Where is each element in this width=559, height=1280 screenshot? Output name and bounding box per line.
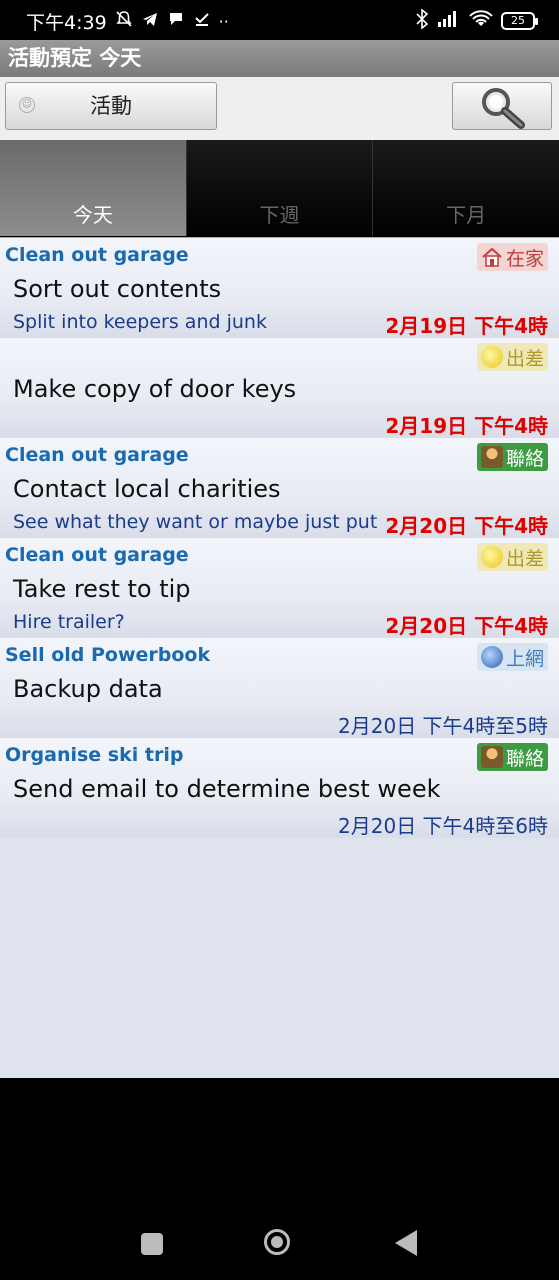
toolbar: ☺ 活動 (0, 77, 559, 140)
due-date: 2月20日 下午4時 (385, 514, 548, 538)
due-date: 2月20日 下午4時 (385, 614, 548, 638)
home-button[interactable] (264, 1229, 290, 1255)
errand-icon (480, 546, 503, 568)
tab-next-week-label: 下週 (259, 203, 300, 227)
status-right: 25 (415, 8, 538, 33)
page-title: 活動預定 今天 (0, 40, 559, 77)
list-item[interactable]: Sell old Powerbook 上網 Backup data 2月20日 … (0, 638, 559, 738)
context-badge[interactable]: 聯絡 (476, 743, 548, 771)
activity-button[interactable]: ☺ 活動 (5, 82, 217, 130)
list-item[interactable]: Organise ski trip 聯絡 Send email to deter… (0, 738, 559, 838)
list-item[interactable]: Clean out garage 在家 Sort out contents Sp… (0, 238, 559, 338)
context-label: 聯絡 (505, 747, 544, 770)
task-note: Split into keepers and junk (13, 311, 267, 333)
tab-next-month-label: 下月 (446, 203, 487, 227)
contact-icon (480, 746, 503, 768)
chat-bubble-icon (167, 10, 185, 33)
download-done-icon (193, 10, 211, 33)
tab-bar: 今天 下週 下月 (0, 140, 559, 236)
mute-bell-icon (115, 10, 133, 33)
tab-today[interactable]: 今天 (0, 140, 187, 236)
context-badge[interactable]: 出差 (476, 543, 548, 571)
list-item[interactable]: 出差 Make copy of door keys 2月19日 下午4時 (0, 338, 559, 438)
project-name: Organise ski trip (5, 744, 184, 766)
wifi-icon (469, 10, 493, 32)
globe-icon (480, 646, 503, 668)
signal-icon (437, 10, 461, 32)
context-label: 在家 (505, 247, 544, 270)
context-label: 聯絡 (505, 447, 544, 470)
home-icon (481, 246, 503, 268)
scheduled-date: 2月20日 下午4時至5時 (338, 714, 548, 738)
context-badge[interactable]: 出差 (476, 343, 548, 371)
search-button[interactable] (452, 82, 552, 130)
tab-next-week[interactable]: 下週 (186, 140, 374, 236)
task-title: Contact local charities (13, 475, 281, 503)
search-icon (482, 88, 525, 129)
back-button[interactable] (395, 1230, 417, 1256)
more-notifications-icon: ·· (218, 11, 229, 31)
tab-today-label: 今天 (72, 203, 113, 227)
battery-icon: 25 (501, 12, 538, 30)
telegram-icon (141, 10, 159, 33)
context-label: 出差 (505, 347, 544, 370)
project-name: Clean out garage (5, 244, 189, 266)
contact-icon (480, 446, 503, 468)
status-bar: 下午4:39 ·· 25 (0, 0, 559, 40)
task-title: Send email to determine best week (13, 775, 441, 803)
task-note: Hire trailer? (13, 611, 125, 633)
list-item[interactable]: Clean out garage 出差 Take rest to tip Hir… (0, 538, 559, 638)
project-name: Clean out garage (5, 444, 189, 466)
task-title: Make copy of door keys (13, 375, 297, 403)
activity-button-label: 活動 (90, 94, 132, 118)
task-title: Take rest to tip (13, 575, 191, 603)
task-title: Sort out contents (13, 275, 222, 303)
status-time: 下午4:39 (26, 12, 107, 34)
scheduled-date: 2月20日 下午4時至6時 (338, 814, 548, 838)
task-list: Clean out garage 在家 Sort out contents Sp… (0, 237, 559, 1078)
recents-button[interactable] (141, 1233, 163, 1255)
system-nav-bar (0, 1180, 559, 1280)
context-badge[interactable]: 聯絡 (476, 443, 548, 471)
context-label: 出差 (505, 547, 544, 570)
context-label: 上網 (505, 647, 544, 670)
task-title: Backup data (13, 675, 163, 703)
context-badge[interactable]: 在家 (476, 243, 548, 271)
due-date: 2月19日 下午4時 (385, 314, 548, 338)
status-left: 下午4:39 ·· (26, 8, 229, 35)
bluetooth-icon (415, 8, 429, 33)
tab-next-month[interactable]: 下月 (373, 140, 559, 236)
project-name: Sell old Powerbook (5, 644, 211, 666)
list-item[interactable]: Clean out garage 聯絡 Contact local charit… (0, 438, 559, 538)
project-name: Clean out garage (5, 544, 189, 566)
context-badge[interactable]: 上網 (476, 643, 548, 671)
task-note: See what they want or maybe just put in … (13, 511, 383, 533)
errand-icon (480, 346, 503, 368)
due-date: 2月19日 下午4時 (385, 414, 548, 438)
